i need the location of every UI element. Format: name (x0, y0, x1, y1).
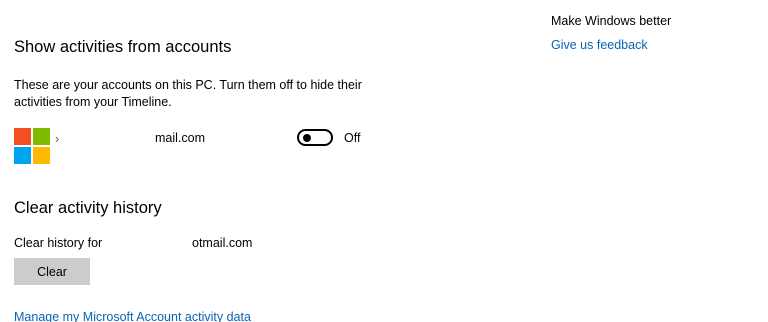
clear-section-title: Clear activity history (14, 199, 162, 217)
side-panel-heading: Make Windows better (551, 14, 672, 28)
clear-history-for-label: Clear history for (14, 236, 103, 250)
accounts-section-title: Show activities from accounts (14, 38, 232, 56)
give-feedback-link[interactable]: Give us feedback (551, 38, 648, 52)
account-row: › mail.com Off (14, 126, 374, 164)
account-name-prefix: › (55, 132, 60, 146)
toggle-knob (303, 133, 311, 142)
account-activity-toggle[interactable] (297, 129, 333, 146)
accounts-section-description: These are your accounts on this PC. Turn… (14, 78, 362, 109)
activity-history-settings-page: Show activities from accounts These are … (0, 0, 768, 322)
clear-history-email: otmail.com (192, 236, 253, 250)
microsoft-logo-icon (14, 128, 50, 164)
manage-activity-data-link[interactable]: Manage my Microsoft Account activity dat… (14, 310, 251, 322)
clear-button[interactable]: Clear (14, 258, 90, 285)
account-email: mail.com (155, 131, 206, 145)
toggle-state-label: Off (344, 131, 361, 145)
